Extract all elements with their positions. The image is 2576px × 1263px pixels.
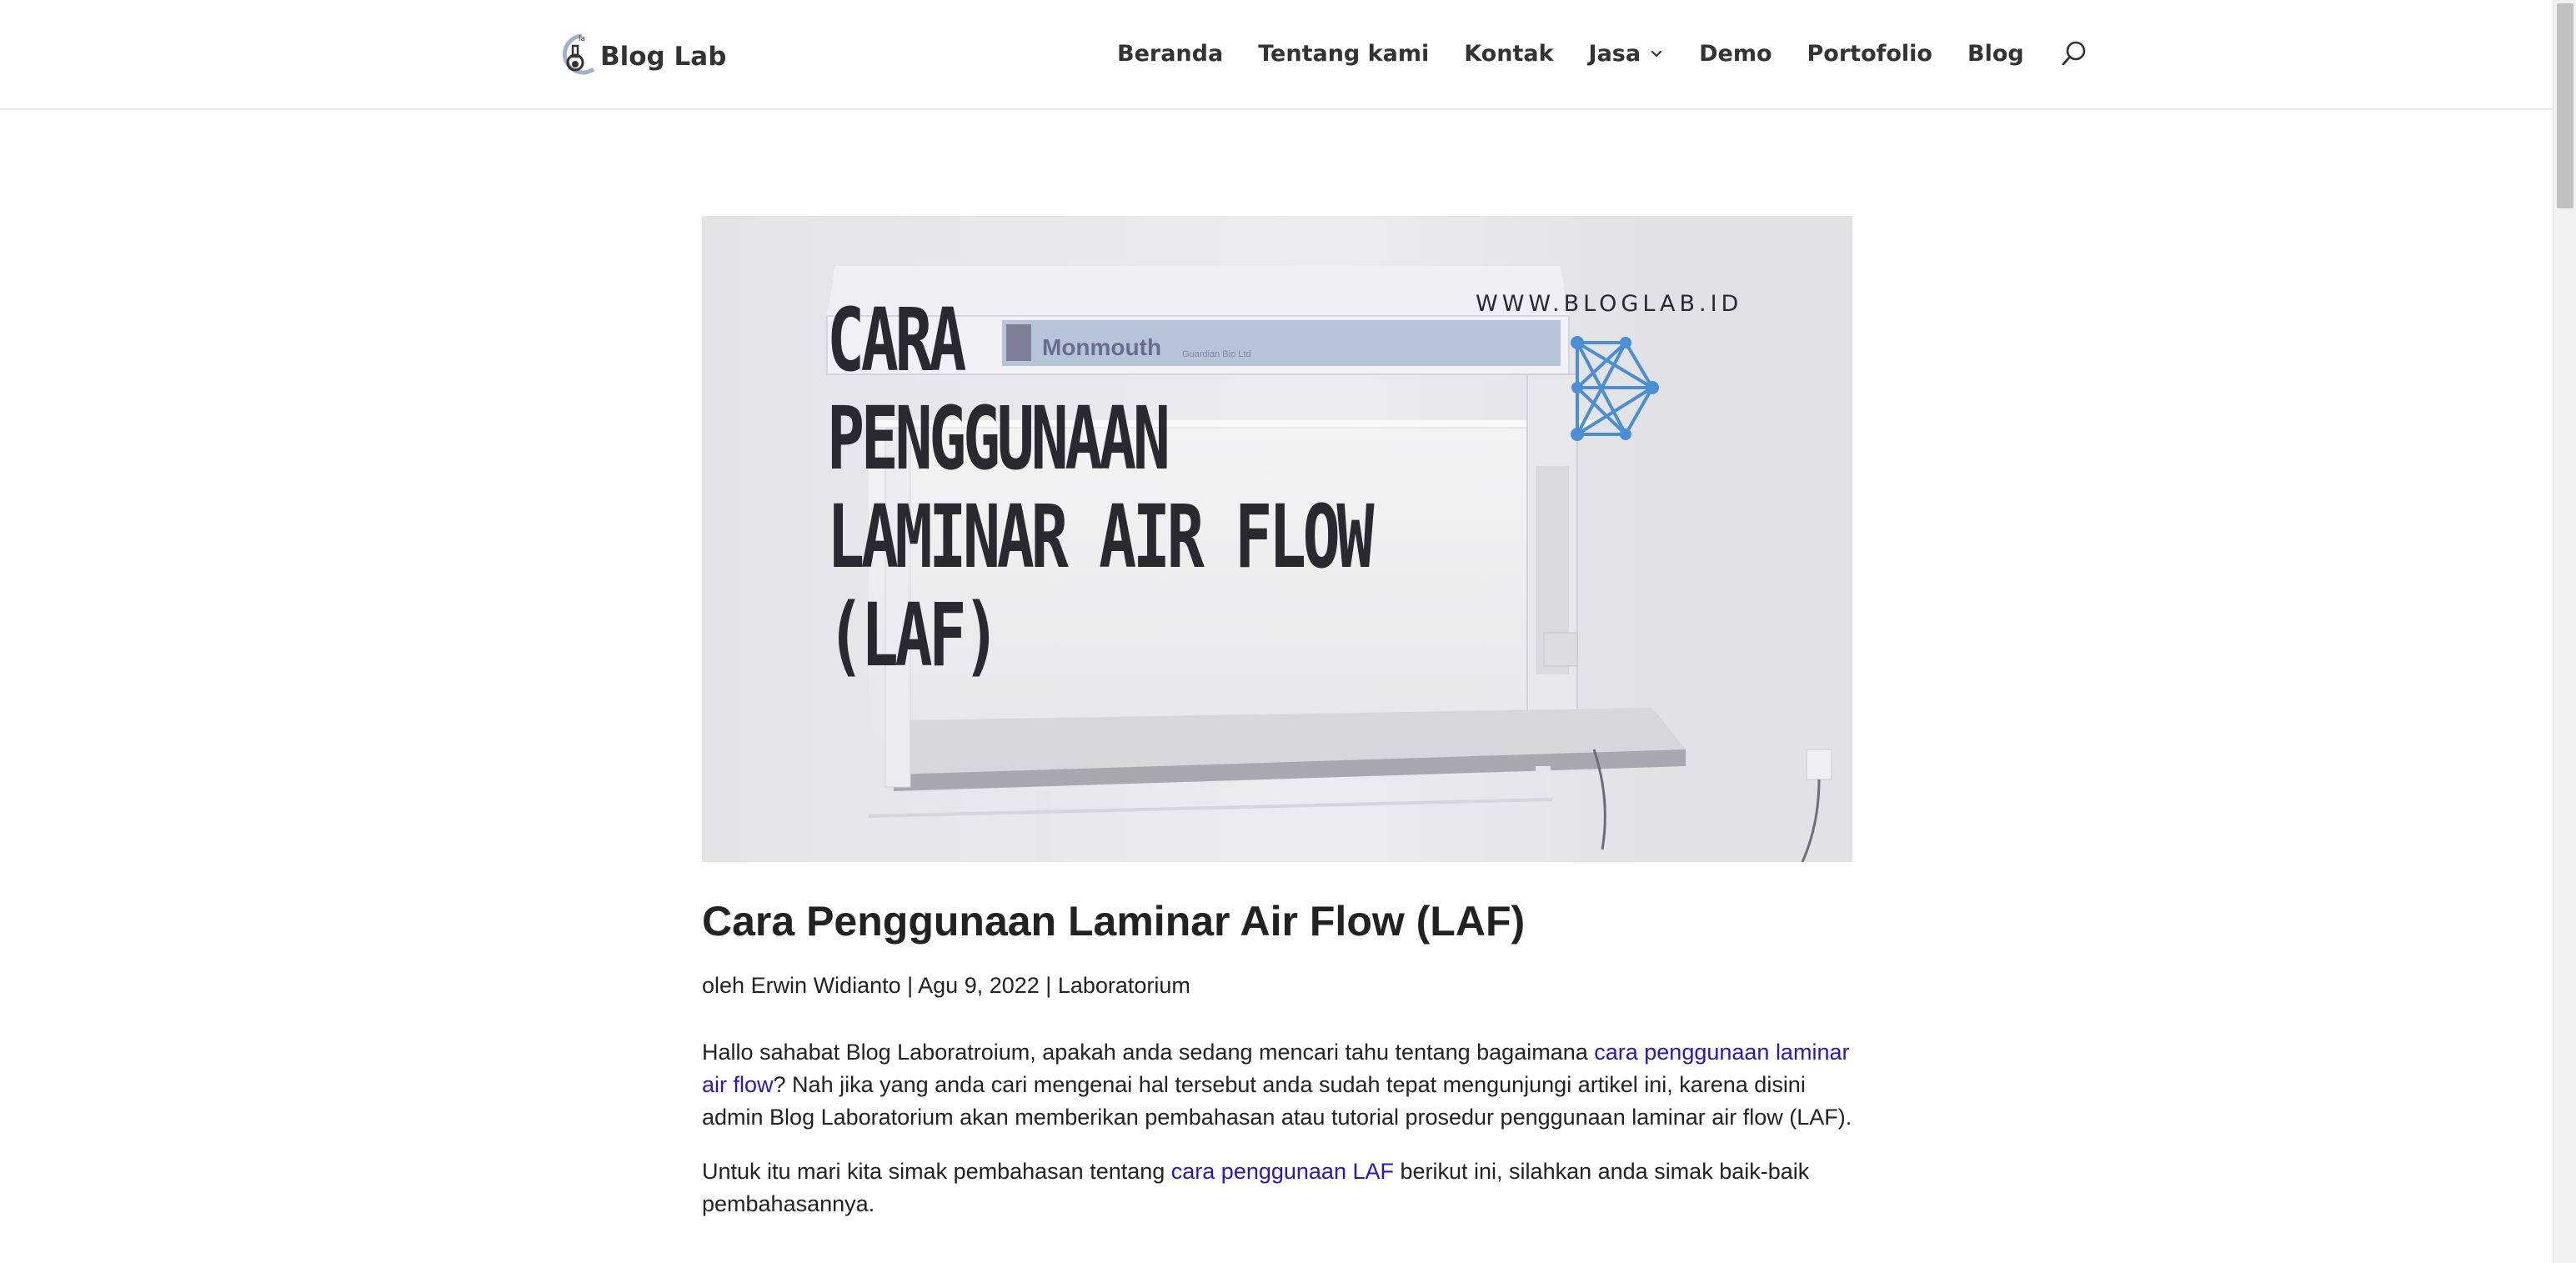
site-header: la Blog Lab Beranda Tentang kami Kontak … <box>0 0 2553 110</box>
hero-site-url: WWW.BLOGLAB.ID <box>1476 291 1743 317</box>
article-body: Hallo sahabat Blog Laboratroium, apakah … <box>702 1036 1852 1242</box>
paragraph-text: Untuk itu mari kita simak pembahasan ten… <box>702 1159 1171 1184</box>
article-meta: oleh Erwin Widianto | Agu 9, 2022 | Labo… <box>702 973 1190 999</box>
author-link[interactable]: Erwin Widianto <box>751 973 901 998</box>
nav-item-blog[interactable]: Blog <box>1967 41 2024 67</box>
post-date: Agu 9, 2022 <box>918 973 1040 998</box>
nav-item-portofolio[interactable]: Portofolio <box>1807 41 1932 67</box>
nav-item-tentang-kami[interactable]: Tentang kami <box>1258 41 1429 67</box>
article-title: Cara Penggunaan Laminar Air Flow (LAF) <box>702 898 1526 945</box>
meta-separator: | <box>1039 973 1058 998</box>
scrollbar-thumb[interactable] <box>2557 3 2573 208</box>
logo-text: Blog Lab <box>600 42 727 72</box>
svg-text:la: la <box>579 35 585 43</box>
chevron-down-icon <box>1651 50 1662 58</box>
meta-prefix: oleh <box>702 973 751 998</box>
nav-item-demo[interactable]: Demo <box>1699 41 1772 67</box>
nav-item-jasa[interactable]: Jasa <box>1589 41 1665 67</box>
nav-item-beranda[interactable]: Beranda <box>1117 41 1223 67</box>
network-logo-icon <box>1571 336 1659 441</box>
paragraph-text: Hallo sahabat Blog Laboratroium, apakah … <box>702 1040 1595 1065</box>
nav-item-jasa-label: Jasa <box>1588 40 1641 67</box>
nav-item-kontak[interactable]: Kontak <box>1464 41 1553 67</box>
inline-link[interactable]: cara penggunaan LAF <box>1171 1159 1394 1184</box>
featured-image: Monmouth Guardian Bio Ltd CARA PENGGUNAA… <box>702 216 1852 862</box>
hero-title: CARA PENGGUNAAN LAMINAR AIR FLOW (LAF) <box>827 289 1375 686</box>
search-icon[interactable] <box>2059 38 2089 68</box>
main-nav: Beranda Tentang kami Kontak Jasa Demo Po… <box>1117 0 2089 107</box>
flask-logo-icon: la <box>557 28 599 79</box>
site-logo[interactable]: la Blog Lab <box>557 27 726 80</box>
article-paragraph: Untuk itu mari kita simak pembahasan ten… <box>702 1155 1852 1220</box>
category-link[interactable]: Laboratorium <box>1058 973 1190 998</box>
meta-separator: | <box>900 973 919 998</box>
paragraph-text: ? Nah jika yang anda cari mengenai hal t… <box>702 1072 1852 1130</box>
article-paragraph: Hallo sahabat Blog Laboratroium, apakah … <box>702 1036 1852 1134</box>
page-scrollbar[interactable] <box>2553 0 2576 1263</box>
